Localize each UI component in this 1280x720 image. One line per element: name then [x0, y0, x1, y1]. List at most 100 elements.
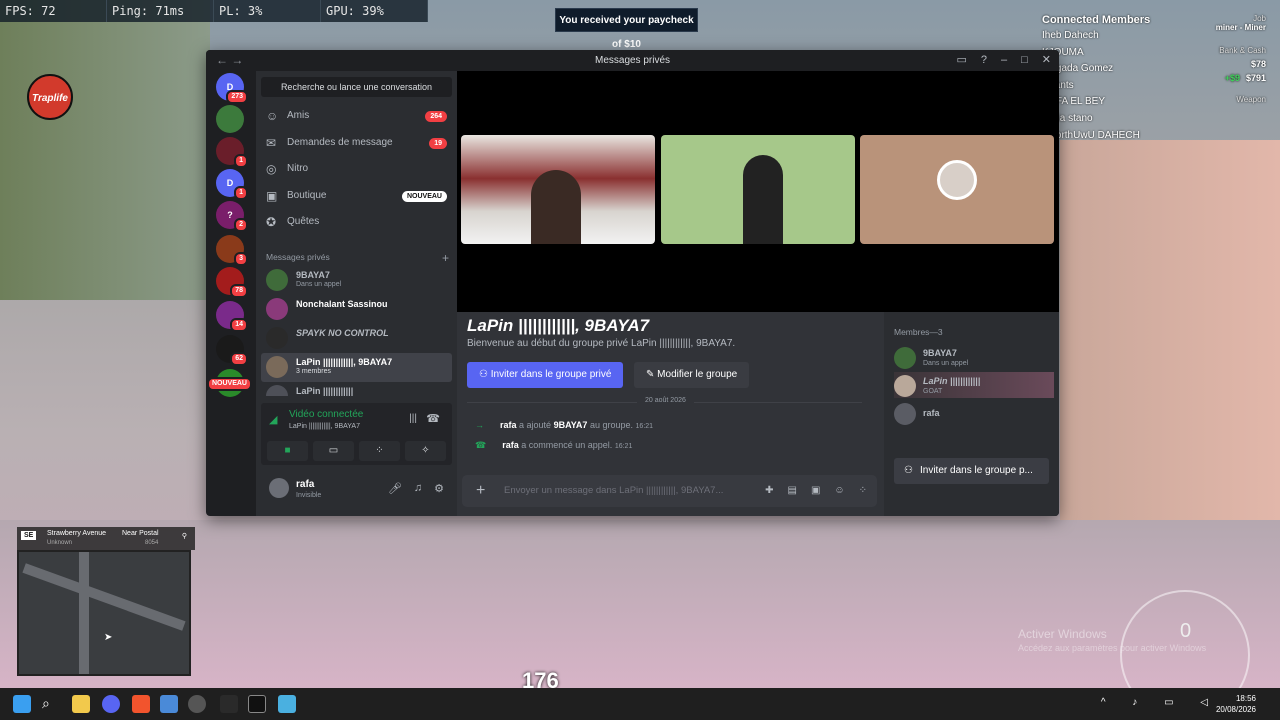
perf-stats: FPS: 72 Ping: 71ms PL: 3% GPU: 39% [0, 0, 428, 22]
nav-shop[interactable]: ▣ Boutique NOUVEAU [256, 183, 457, 210]
voice-status-panel: ◢ Vidéo connectée LaPin ||||||||||||, 9B… [261, 403, 452, 465]
member-row[interactable]: rafa [894, 400, 1054, 426]
activation-watermark: Activer Windows [1018, 627, 1107, 641]
back-forward-arrows[interactable]: ← → [216, 50, 243, 71]
search-conversation-button[interactable]: Recherche ou lance une conversation [261, 77, 452, 97]
dm-section-header: Messages privés + [266, 250, 449, 265]
notepad-icon[interactable] [278, 695, 296, 713]
game-icon[interactable] [220, 695, 238, 713]
tray-icons: ^ ♪ ▭ ◁ [1100, 697, 1220, 708]
app-icon[interactable] [188, 695, 206, 713]
server-badge: 1 [234, 154, 248, 168]
video-tile[interactable] [860, 135, 1054, 244]
inbox-icon[interactable]: ▭ [956, 50, 966, 71]
file-explorer-icon[interactable] [72, 695, 90, 713]
maximize-button[interactable]: □ [1021, 50, 1028, 71]
avatar [266, 326, 288, 349]
avatar [266, 268, 288, 291]
server-icon[interactable]: D1 [216, 169, 248, 200]
signal-icon: ◢ [269, 414, 278, 426]
nav-friends[interactable]: ☺ Amis 264 [256, 103, 457, 130]
close-button[interactable]: ✕ [1042, 50, 1051, 71]
building-right [1060, 140, 1280, 520]
dm-item[interactable]: Nonchalant Sassinou [261, 295, 452, 324]
discord-taskbar-icon[interactable] [102, 695, 120, 713]
server-icon[interactable]: 78 [216, 267, 248, 298]
disconnect-icon[interactable]: ☎ [426, 412, 440, 425]
camera-button[interactable]: ■ [267, 441, 308, 461]
postal-code: 8054 [145, 540, 159, 546]
brave-icon[interactable] [132, 695, 150, 713]
nav-quests[interactable]: ✪ Quêtes [256, 209, 457, 236]
apps-icon[interactable]: ⁘ [859, 475, 867, 507]
server-icon[interactable]: ? 2 [216, 201, 248, 232]
video-tile[interactable] [461, 135, 655, 244]
server-badge: 62 [230, 352, 248, 366]
member-row[interactable]: LaPin |||||||||||| GOAT [894, 372, 1054, 398]
gif-icon[interactable]: ▤ [787, 475, 796, 507]
invite-group-button[interactable]: ⚇ Inviter dans le groupe privé [467, 362, 624, 388]
dm-item-selected[interactable]: LaPin ||||||||||||, 9BAYA7 3 membres [261, 352, 452, 382]
street-info: SE Strawberry Avenue Unknown Near Postal… [17, 527, 195, 550]
windows-start-icon[interactable] [13, 695, 31, 713]
friends-icon: ☺ [266, 109, 279, 123]
gear-icon[interactable]: ⚙ [434, 482, 444, 495]
nav-message-requests[interactable]: ✉ Demandes de message 19 [256, 130, 457, 157]
area-name: Unknown [47, 540, 73, 546]
system-message: → rafa a ajouté 9BAYA7 au groupe. 16:21 [475, 420, 654, 430]
member-name: stella stano [1042, 112, 1093, 124]
dm-item[interactable]: SPAYK NO CONTROL [261, 324, 452, 353]
member-row[interactable]: 9BAYA7 Dans un appel [894, 344, 1054, 370]
title-bar: ← → Messages privés ▭ ? – □ ✕ [206, 50, 1059, 71]
window-title: Messages privés [594, 55, 671, 66]
job-panel: Job miner - Miner Bank & Cash $78 +$9 $79… [1216, 14, 1266, 104]
app-icon[interactable] [248, 695, 266, 713]
server-icon[interactable]: D 273 [216, 73, 248, 104]
voice-channel-label: LaPin ||||||||||||, 9BAYA7 [289, 423, 360, 430]
soundboard-button[interactable]: ✧ [405, 441, 446, 461]
main-content: LaPin ||||||||||||, 9BAYA7 Bienvenue au … [457, 71, 1059, 516]
emoji-icon[interactable]: ☺ [834, 475, 844, 507]
edit-group-button[interactable]: ✎ Modifier le groupe [634, 362, 750, 388]
attach-plus-icon[interactable]: + [476, 475, 485, 507]
server-icon[interactable]: 3 [216, 235, 248, 266]
create-dm-icon[interactable]: + [442, 251, 449, 265]
clock-date: 20/08/2026 [1215, 705, 1256, 714]
ping-readout: Ping: 71ms [107, 0, 214, 22]
gift-icon[interactable]: ✚ [765, 475, 773, 507]
composer-icons: ✚ ▤ ▣ ☺ ⁘ [765, 475, 867, 507]
avatar[interactable] [269, 478, 289, 498]
screen-share-button[interactable]: ▭ [313, 441, 354, 461]
system-message: ☎ rafa a commencé un appel. 16:21 [475, 440, 633, 450]
nav-nitro[interactable]: ◎ Nitro [256, 156, 457, 183]
server-icon[interactable] [216, 105, 244, 133]
map-road [22, 563, 186, 631]
invite-group-side-button[interactable]: ⚇ Inviter dans le groupe p... [894, 458, 1049, 484]
map-road [79, 552, 89, 674]
noise-suppression-icon[interactable]: ||| [409, 413, 417, 424]
member-count-header: Membres—3 [894, 327, 943, 337]
activities-button[interactable]: ⁘ [359, 441, 400, 461]
server-icon[interactable]: 14 [216, 301, 248, 332]
photos-icon[interactable] [160, 695, 178, 713]
server-icon[interactable]: 1 [216, 137, 248, 168]
server-icon[interactable]: 62 [216, 335, 248, 366]
dm-item[interactable]: LaPin |||||||||||| [261, 382, 452, 396]
microphone-icon[interactable]: 🎤︎ [388, 482, 402, 495]
building-left [0, 0, 210, 300]
gauge-value: 0 [1180, 620, 1192, 642]
help-icon[interactable]: ? [981, 50, 987, 71]
system-clock[interactable]: 18:56 20/08/2026 [1216, 693, 1256, 715]
sticker-icon[interactable]: ▣ [811, 475, 820, 507]
voice-action-buttons: ■ ▭ ⁘ ✧ [267, 441, 446, 461]
server-list: D 273 1 D1 ? 2 3 78 14 62 NOUVEAU [206, 71, 256, 516]
headset-icon[interactable]: ♫ [414, 482, 422, 495]
message-input[interactable]: + Envoyer un message dans LaPin ||||||||… [462, 475, 877, 507]
voice-connected-label: Vidéo connectée [289, 409, 364, 420]
video-tile[interactable] [661, 135, 855, 244]
minimize-button[interactable]: – [1001, 50, 1007, 71]
dm-item[interactable]: 9BAYA7 Dans un appel [261, 266, 452, 295]
server-icon[interactable]: NOUVEAU [206, 369, 252, 397]
search-icon[interactable]: ⌕ [42, 695, 60, 713]
participant-shape [531, 170, 581, 244]
